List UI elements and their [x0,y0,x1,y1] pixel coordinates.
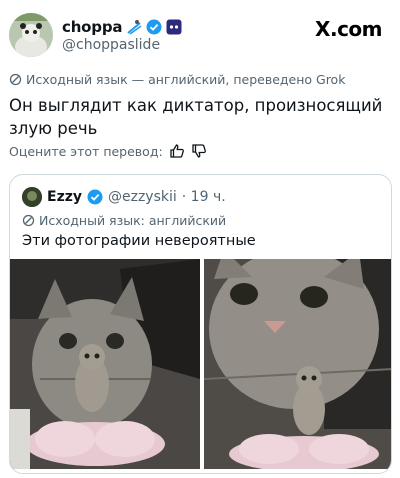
quoted-media-grid [10,259,391,473]
quoted-photo-1[interactable] [10,259,200,469]
ski-icon [126,19,142,35]
author-name-row: choppa [62,17,182,37]
rate-translation-label: Оцените этот перевод: [9,143,163,159]
thumbs-down-icon[interactable] [191,143,207,159]
quoted-translation-note: Исходный язык: английский [22,213,226,228]
quoted-translation-note-text: Исходный язык: английский [39,213,227,228]
site-logo: X.com [315,17,382,41]
post-text: Он выглядит как диктатор, произносящий з… [9,96,383,138]
author-avatar[interactable] [9,13,53,57]
author-handle[interactable]: @choppaslide [62,37,160,53]
quoted-post-text: Эти фотографии невероятные [22,233,256,249]
rate-translation-row: Оцените этот перевод: [9,143,207,159]
quoted-handle[interactable]: @ezzyskii [108,189,177,205]
thumbs-up-icon[interactable] [169,143,185,159]
translation-note: Исходный язык — английский, переведено G… [9,72,345,87]
quoted-post-card[interactable]: Ezzy @ezzyskii · 19 ч. Исходный язык: ан… [9,174,392,474]
game-icon [166,19,182,35]
quoted-author-row: Ezzy @ezzyskii · 19 ч. [22,187,226,207]
quoted-translate-icon [22,214,35,227]
quoted-verified-badge-icon [87,189,103,205]
quoted-author-avatar[interactable] [22,187,42,207]
translation-note-text: Исходный язык — английский, переведено G… [26,72,346,87]
quoted-display-name[interactable]: Ezzy [47,189,82,205]
translate-icon [9,73,22,86]
author-display-name[interactable]: choppa [62,18,122,36]
quoted-photo-2[interactable] [203,259,391,469]
quoted-time[interactable]: · 19 ч. [182,189,226,205]
verified-badge-icon [146,19,162,35]
